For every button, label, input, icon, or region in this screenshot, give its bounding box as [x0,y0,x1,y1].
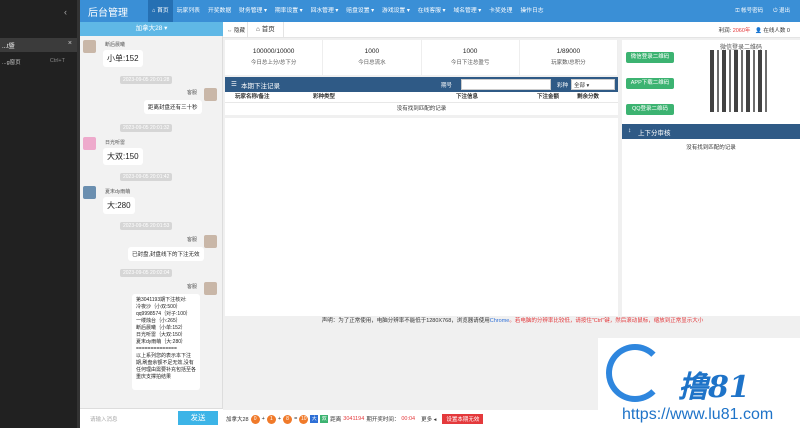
account-link[interactable]: ⚿ 帐号密码 [735,0,763,22]
menu-finance[interactable]: 财务管理 ▾ [235,0,271,22]
menu-pan[interactable]: 赔盘设置 ▾ [342,0,378,22]
left-item-2[interactable]: ...g窗页 Ctrl+T [0,58,77,66]
watermark-logo: 撸81 https://www.lu81.com [598,338,800,428]
invalidate-button[interactable]: 设置本期无效 [442,414,484,424]
top-nav: 后台管理 ⌂ 首页 玩家列表 开奖数据 财务管理 ▾ 期率设置 ▾ 回水管理 ▾… [80,0,800,22]
logout-link[interactable]: ⏻ 退出 [773,0,790,22]
tab-bar: ⇔ 隐藏 ⌂ 首页 利润: 2060年 👤 在线人数 0 [223,22,800,38]
avatar [204,282,217,295]
qr-code [710,50,770,112]
chat-bubble: 小单:152 [103,50,143,67]
chat-bubble: 第3041193期下注核对: 冷夜沙｛小双:500｝ qq9998574｛对子:… [132,294,200,390]
period-input[interactable] [461,79,551,90]
avatar [204,88,217,101]
app-qr-button[interactable]: APP下载二维码 [626,78,674,89]
menu-domain[interactable]: 域名管理 ▾ [449,0,485,22]
chat-input-bar: 请输入消息 发送 [80,408,223,428]
review-header: ↕ 上下分审核 [622,124,800,139]
chat-bubble: 大双:150 [103,148,143,165]
close-icon[interactable]: × [68,40,72,47]
menu-service[interactable]: 在线客服 ▾ [414,0,450,22]
wechat-qr-button[interactable]: 微信登录二维码 [626,52,674,63]
avatar [83,40,96,53]
main-menu: ⌂ 首页 玩家列表 开奖数据 财务管理 ▾ 期率设置 ▾ 回水管理 ▾ 赔盘设置… [148,0,548,22]
type-select[interactable]: 全部 ▾ [571,79,615,90]
hide-toggle[interactable]: ⇔ 隐藏 [227,26,245,34]
menu-card[interactable]: 卡奖处理 [485,0,516,22]
avatar [83,186,96,199]
chat-bubble: 已封盘,封盘线下的下注无效 [128,247,204,261]
menu-players[interactable]: 玩家列表 [173,0,204,22]
chat-game-select[interactable]: 加拿大28 ▾ [80,22,223,36]
brand-title: 后台管理 [88,8,128,19]
bets-area [225,118,618,316]
stats-row: 100000/10000 今日总上分/总下分 1000 今日总流水 1000 今日下注… [225,40,618,75]
chat-bubble: 距离封盘还有三十秒 [144,100,202,114]
right-panel: 微信登录二维码 APP下载二维码 QQ登录二维码 微信登录二维码 ↕ 上下分审核… [622,40,800,316]
left-dark-panel: ‹ ...t暨 × ...g窗页 Ctrl+T [0,0,80,428]
bets-table: 玩家名称/备注 彩种类型 下注信息 下注金额 剩余分数 没有找到匹配的记录 [225,92,618,115]
menu-log[interactable]: 操作日志 [516,0,547,22]
chat-panel: 加拿大28 ▾ 断后晨曦 小单:152 2023-09-05 20:01:28 … [80,22,223,428]
more-link[interactable]: 更多 ◂ [421,415,436,423]
left-selected-item[interactable]: ...t暨 × [0,38,77,52]
bets-header: ☰ 本期下注记录 期号 彩种 全部 ▾ [225,77,618,92]
menu-home[interactable]: ⌂ 首页 [148,0,173,22]
list-icon: ☰ [231,81,237,88]
tab-home[interactable]: ⌂ 首页 [247,22,284,38]
chat-input[interactable]: 请输入消息 [90,415,118,423]
menu-game[interactable]: 游戏设置 ▾ [378,0,414,22]
avatar [204,235,217,248]
updown-icon: ↕ [628,127,632,134]
notice: 声明：为了正常使用，电脑分辨率不能低于1280X768，浏览器请使用Chrome… [321,318,704,324]
chevron-left-icon[interactable]: ‹ [64,7,67,17]
chat-bubble: 大:280 [103,197,135,214]
menu-draws[interactable]: 开奖数据 [204,0,235,22]
send-button[interactable]: 发送 [178,411,218,425]
menu-rebate[interactable]: 回水管理 ▾ [307,0,343,22]
avatar [83,137,96,150]
qq-qr-button[interactable]: QQ登录二维码 [626,104,674,115]
menu-odds[interactable]: 期率设置 ▾ [271,0,307,22]
